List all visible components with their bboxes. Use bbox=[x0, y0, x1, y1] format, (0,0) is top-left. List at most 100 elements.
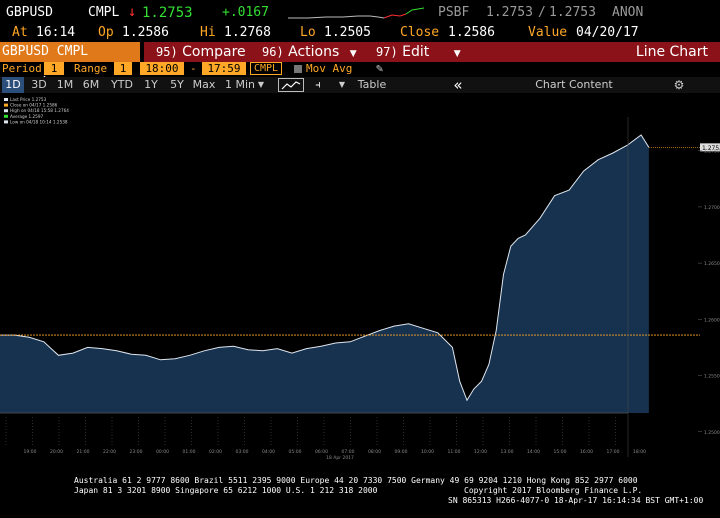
legend-swatch bbox=[4, 98, 8, 101]
compare-menu[interactable]: 95) Compare bbox=[156, 42, 246, 62]
gear-icon[interactable]: ⚙ bbox=[670, 77, 688, 93]
value-date-label: Value bbox=[528, 25, 568, 40]
pencil-icon[interactable]: ✎ bbox=[376, 61, 383, 75]
compare-number: 95) bbox=[156, 45, 178, 59]
range-1d-button[interactable]: 1D bbox=[2, 77, 24, 93]
source-field[interactable]: CMPL bbox=[250, 62, 282, 75]
y-tick-label: 1.2550 bbox=[704, 374, 720, 380]
legend-swatch bbox=[4, 103, 8, 107]
low-label: Lo bbox=[300, 25, 316, 40]
open-label: Op bbox=[98, 25, 114, 40]
close-value: 1.2586 bbox=[448, 25, 495, 40]
range-max-button[interactable]: Max bbox=[190, 77, 218, 93]
y-tick-label: 1.2650 bbox=[704, 261, 720, 267]
range-field[interactable]: 1 bbox=[114, 62, 132, 75]
pricing-source: CMPL bbox=[88, 5, 120, 20]
time-to-field[interactable]: 17:59 bbox=[202, 62, 246, 75]
x-tick-label: 02:00 bbox=[209, 449, 222, 455]
crosshair-icon[interactable]: ⫞ bbox=[310, 77, 326, 93]
footer-session-info: SN 865313 H266-4077-0 18-Apr-17 16:14:34… bbox=[448, 496, 704, 505]
parameter-row: Period 1 Range 1 18:00 - 17:59 CMPL Mov … bbox=[0, 61, 720, 76]
compare-label: Compare bbox=[182, 44, 246, 60]
price-area bbox=[0, 135, 649, 413]
chart-content-button[interactable]: Chart Content bbox=[532, 77, 616, 93]
footer-copyright: Copyright 2017 Bloomberg Finance L.P. bbox=[464, 486, 643, 495]
x-tick-label: 08:00 bbox=[368, 449, 381, 455]
open-value: 1.2586 bbox=[122, 25, 169, 40]
security-field[interactable]: GBPUSD CMPL Curncy bbox=[0, 42, 140, 79]
high-value: 1.2768 bbox=[224, 25, 271, 40]
x-tick-label: 18:00 bbox=[633, 449, 646, 455]
x-tick-label: 15:00 bbox=[554, 449, 567, 455]
close-label: Close bbox=[400, 25, 440, 40]
range-5y-button[interactable]: 5Y bbox=[166, 77, 188, 93]
x-tick-label: 10:00 bbox=[421, 449, 434, 455]
time-dash: - bbox=[190, 62, 197, 75]
interval-dropdown[interactable]: 1 Min bbox=[222, 77, 258, 93]
x-tick-label: 21:00 bbox=[77, 449, 90, 455]
edit-caret-icon: ▼ bbox=[453, 49, 461, 59]
x-tick-label: 14:00 bbox=[527, 449, 540, 455]
ticker[interactable]: GBPUSD bbox=[6, 5, 53, 20]
chart-options-caret-icon[interactable]: ▼ bbox=[336, 77, 348, 93]
x-tick-label: 06:00 bbox=[315, 449, 328, 455]
range-6m-button[interactable]: 6M bbox=[80, 77, 102, 93]
edit-label: Edit bbox=[402, 44, 430, 60]
legend-entry: Last Price 1.2753 bbox=[10, 97, 47, 102]
legend-entry: Low on 04/18 10:14 1.2538 bbox=[10, 119, 68, 124]
table-button[interactable]: Table bbox=[354, 77, 390, 93]
x-tick-label: 23:00 bbox=[130, 449, 143, 455]
x-tick-label: 19:00 bbox=[24, 449, 37, 455]
mov-avg-checkbox[interactable] bbox=[294, 65, 302, 73]
time-from-field[interactable]: 18:00 bbox=[140, 62, 184, 75]
mov-avg-label: Mov Avg bbox=[306, 62, 353, 75]
value-date: 04/20/17 bbox=[576, 25, 639, 40]
chart-legend: Last Price 1.2753Close on 04/17 1.2586Hi… bbox=[4, 97, 69, 124]
footer-phone-line-2: Japan 81 3 3201 8900 Singapore 65 6212 1… bbox=[74, 486, 378, 495]
x-tick-label: 01:00 bbox=[183, 449, 196, 455]
legend-swatch bbox=[4, 114, 8, 118]
range-1y-button[interactable]: 1Y bbox=[140, 77, 162, 93]
x-tick-label: 22:00 bbox=[103, 449, 116, 455]
x-tick-label: 12:00 bbox=[474, 449, 487, 455]
y-tick-label: 1.2500 bbox=[704, 430, 720, 436]
menu-divider bbox=[140, 42, 144, 62]
x-date-label: 18 Apr 2017 bbox=[326, 455, 354, 461]
x-tick-label: 00:00 bbox=[156, 449, 169, 455]
x-tick-label: 16:00 bbox=[580, 449, 593, 455]
x-tick-label: 07:00 bbox=[342, 449, 355, 455]
chart-canvas[interactable]: Last Price 1.2753Close on 04/17 1.2586Hi… bbox=[0, 93, 720, 465]
high-label: Hi bbox=[200, 25, 216, 40]
x-tick-label: 09:00 bbox=[395, 449, 408, 455]
x-tick-label: 17:00 bbox=[607, 449, 620, 455]
interval-caret-icon[interactable]: ▼ bbox=[256, 77, 266, 93]
stats-row: At 16:14 Op 1.2586 Hi 1.2768 Lo 1.2505 C… bbox=[0, 24, 720, 42]
collapse-icon[interactable]: « bbox=[448, 77, 468, 93]
line-chart-icon[interactable] bbox=[278, 78, 304, 92]
x-tick-label: 13:00 bbox=[501, 449, 514, 455]
legend-entry: High on 04/18 15:58 1.2764 bbox=[10, 108, 69, 113]
down-arrow-icon: ↓ bbox=[128, 4, 137, 20]
quote-source: PSBF bbox=[438, 5, 470, 20]
function-menu-bar: GBPUSD CMPL Curncy 95) Compare 96) Actio… bbox=[0, 42, 720, 79]
y-tick-label: 1.2700 bbox=[704, 205, 720, 211]
net-change: +.0167 bbox=[222, 5, 269, 20]
legend-entry: Close on 04/17 1.2586 bbox=[10, 103, 58, 108]
quote-condition: ANON bbox=[612, 5, 644, 20]
y-axis: 1.2750 1.2700 1.2650 1.2600 1.2550 1.2500 bbox=[698, 149, 720, 436]
edit-number: 97) bbox=[376, 45, 398, 59]
actions-menu[interactable]: 96) Actions ▼ bbox=[262, 42, 357, 62]
x-tick-label: 11:00 bbox=[448, 449, 461, 455]
price-chart[interactable]: Last Price 1.2753 Close on 04/17 1.2586 Hi… bbox=[0, 93, 720, 465]
actions-number: 96) bbox=[262, 45, 284, 59]
edit-menu[interactable]: 97) Edit ▼ bbox=[376, 42, 461, 62]
chart-type-title: Line Chart bbox=[635, 44, 708, 60]
range-1m-button[interactable]: 1M bbox=[54, 77, 76, 93]
last-price: 1.2753 bbox=[142, 5, 193, 21]
legend-swatch bbox=[4, 120, 8, 124]
x-tick-label: 05:00 bbox=[289, 449, 302, 455]
range-3d-button[interactable]: 3D bbox=[28, 77, 50, 93]
range-ytd-button[interactable]: YTD bbox=[108, 77, 136, 93]
period-field[interactable]: 1 bbox=[44, 62, 64, 75]
bid-ask-separator: / bbox=[538, 5, 546, 20]
